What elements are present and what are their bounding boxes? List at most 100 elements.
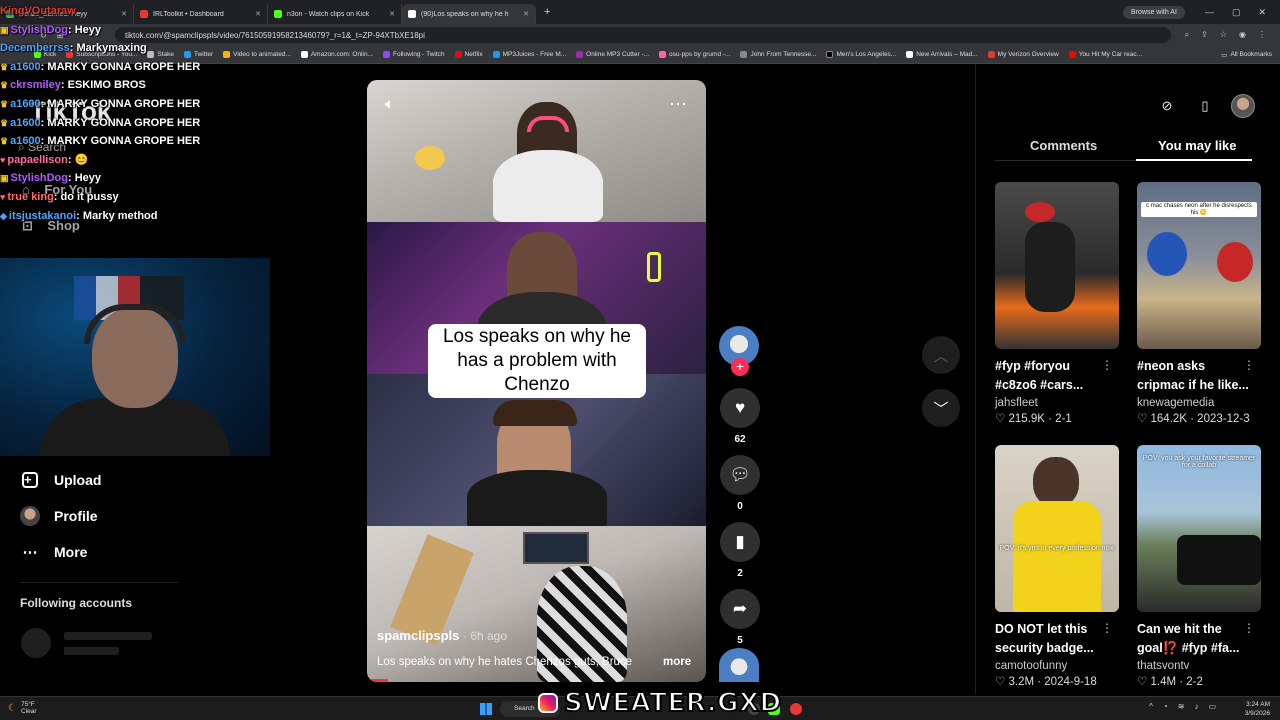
more-options-icon[interactable]: ⋮ — [1243, 358, 1255, 372]
bookmark-item[interactable]: New Arrivals – Mad... — [906, 51, 978, 58]
chevron-up-icon[interactable]: ^ — [1149, 702, 1153, 711]
chat-username: KingVOutaraw — [0, 5, 76, 17]
clock[interactable]: 3:24 AM 3/9/2026 — [1245, 700, 1270, 718]
recommended-video-card[interactable]: POV: you ask your favorite streamer for … — [1137, 445, 1261, 688]
tab-comments[interactable]: Comments — [1030, 138, 1097, 153]
network-icon[interactable]: ◔ — [1163, 702, 1168, 711]
card-title[interactable]: Can we hit the goal⁉️ #fyp #fa... — [1137, 620, 1249, 658]
tiktok-favicon-icon — [408, 10, 416, 18]
bookmark-item[interactable]: Men's Los Angeles... — [826, 51, 896, 58]
video-thumbnail[interactable]: POV: you ask your favorite streamer for … — [1137, 445, 1261, 612]
url-input[interactable]: tiktok.com/@spamclipspls/video/761505919… — [115, 27, 1171, 43]
app-icon[interactable] — [790, 703, 802, 715]
weather-widget[interactable]: ☾ 75°F Clear — [8, 701, 37, 715]
close-window-icon[interactable]: ✕ — [1258, 7, 1266, 18]
follow-plus-icon[interactable]: + — [731, 358, 749, 376]
nav-more[interactable]: ⋯ More — [20, 542, 88, 562]
more-button[interactable]: more — [663, 656, 691, 668]
all-bookmarks-button[interactable]: ▭ All Bookmarks — [1221, 51, 1272, 59]
video-progress-bar[interactable] — [371, 679, 388, 682]
chat-message: ▣ StylishDog: Heyy — [0, 23, 101, 36]
bookmark-item[interactable]: MP3Juices - Free M... — [492, 51, 566, 58]
bookmark-item[interactable]: Netflix — [454, 51, 483, 58]
windows-start-icon[interactable] — [480, 703, 492, 715]
card-author[interactable]: camotoofunny — [995, 660, 1119, 672]
video-thumbnail[interactable]: POV: it's yns in every profession now — [995, 445, 1119, 612]
bookmark-icon: ▮ — [735, 532, 745, 551]
tab-you-may-like[interactable]: You may like — [1158, 138, 1237, 153]
nav-upload[interactable]: + Upload — [20, 470, 101, 490]
close-icon[interactable]: ✕ — [389, 10, 395, 18]
volume-icon[interactable]: ♪ — [1194, 702, 1198, 711]
creator-avatar[interactable]: + — [719, 326, 759, 376]
window-controls: — ▢ ✕ — [1205, 7, 1266, 18]
divider — [20, 582, 178, 583]
card-author[interactable]: jahsfleet — [995, 397, 1119, 409]
battery-icon[interactable]: ▭ — [1208, 702, 1216, 711]
minimize-icon[interactable]: — — [1205, 7, 1214, 18]
video-thumbnail[interactable]: c mac chases neon after he disrespects h… — [1137, 182, 1261, 349]
bookmark-star-icon[interactable]: ☆ — [1220, 30, 1227, 40]
chat-message: ♛ a1600: MARKY GONNA GROPE HER — [0, 135, 201, 148]
card-title[interactable]: DO NOT let this security badge... — [995, 620, 1107, 658]
bookmark-item[interactable]: Online MP3 Cutter -... — [576, 51, 649, 58]
nav-label: Profile — [54, 508, 98, 524]
card-author[interactable]: knewagemedia — [1137, 397, 1261, 409]
bookmark-favicon-icon — [740, 51, 748, 58]
chat-username: a1600 — [10, 116, 41, 129]
compass-icon[interactable]: ⊘ — [1155, 94, 1179, 118]
recommended-video-card[interactable]: ⋮ #fyp #foryou #c8zo6 #cars... jahsfleet… — [995, 182, 1119, 425]
nav-profile[interactable]: Profile — [20, 506, 98, 526]
more-options-icon[interactable]: ⋮ — [1101, 358, 1113, 372]
comment-button[interactable]: 💬︎ — [720, 455, 760, 495]
video-player[interactable]: 🔈︎ ⋯ Los speaks on why he has a problem … — [367, 80, 706, 682]
post-time: · 6h ago — [463, 629, 508, 643]
chat-message: ♛ ckrsmiley: ESKIMO BROS — [0, 79, 146, 92]
browse-with-ai-button[interactable]: Browse with AI — [1123, 5, 1185, 19]
share-icon[interactable]: ⇪ — [1201, 30, 1208, 40]
card-title[interactable]: #fyp #foryou #c8zo6 #cars... — [995, 357, 1107, 395]
menu-icon[interactable]: ⋮ — [1258, 30, 1266, 40]
author-name[interactable]: spamclipspls — [377, 628, 459, 643]
sound-avatar[interactable] — [719, 648, 759, 682]
browser-tab-3[interactable]: n3on - Watch clips on Kick ✕ — [268, 4, 402, 24]
volume-icon[interactable]: 🔈︎ — [385, 96, 395, 114]
chat-text: MARKY GONNA GROPE HER — [47, 60, 201, 73]
card-title[interactable]: #neon asks cripmac if he like... — [1137, 357, 1249, 395]
chat-username: StylishDog — [10, 172, 68, 185]
video-thumbnail[interactable] — [995, 182, 1119, 349]
comment-icon: 💬︎ — [729, 465, 751, 484]
close-icon[interactable]: ✕ — [523, 10, 529, 18]
card-author[interactable]: thatsvontv — [1137, 660, 1261, 672]
save-button[interactable]: ▮ — [720, 522, 760, 562]
more-options-icon[interactable]: ⋮ — [1101, 621, 1113, 635]
account-avatar[interactable] — [1231, 94, 1255, 118]
profile-icon[interactable]: ◉ — [1239, 30, 1246, 40]
recommended-video-card[interactable]: c mac chases neon after he disrespects h… — [1137, 182, 1261, 425]
bookmark-item[interactable]: You Hit My Car reac... — [1068, 51, 1142, 58]
more-options-icon[interactable]: ⋮ — [1243, 621, 1255, 635]
wifi-icon[interactable]: ≋ — [1178, 702, 1185, 711]
share-button[interactable]: ➦ — [720, 589, 760, 629]
video-author[interactable]: spamclipspls · 6h ago — [377, 628, 507, 643]
bookmark-favicon-icon — [576, 51, 584, 58]
more-options-icon[interactable]: ⋯ — [669, 94, 688, 115]
browser-tab-4[interactable]: (90)Los speaks on why he h ✕ — [402, 4, 536, 24]
chat-username: a1600 — [10, 135, 41, 148]
bookmark-item[interactable]: osu-pps by grumd -... — [659, 51, 730, 58]
nav-label: More — [54, 544, 88, 560]
bookmark-item[interactable]: Amazon.com: Onlin... — [300, 51, 373, 58]
device-icon[interactable]: ▯ — [1193, 94, 1217, 118]
zoom-icon[interactable]: ⌕ — [1185, 30, 1189, 40]
maximize-icon[interactable]: ▢ — [1232, 7, 1241, 18]
streamer-webcam — [0, 258, 270, 456]
bookmark-item[interactable]: My Verizon Overview — [987, 51, 1059, 58]
bookmark-item[interactable]: John From Tennesse... — [740, 51, 816, 58]
new-tab-button[interactable]: + — [536, 6, 558, 18]
like-button[interactable]: ♥ — [720, 388, 760, 428]
previous-video-button[interactable]: ︿ — [922, 336, 960, 374]
next-video-button[interactable]: ﹀ — [922, 389, 960, 427]
hair — [493, 400, 577, 426]
bookmark-item[interactable]: Following - Twitch — [382, 51, 445, 58]
recommended-video-card[interactable]: POV: it's yns in every profession now ⋮ … — [995, 445, 1119, 688]
